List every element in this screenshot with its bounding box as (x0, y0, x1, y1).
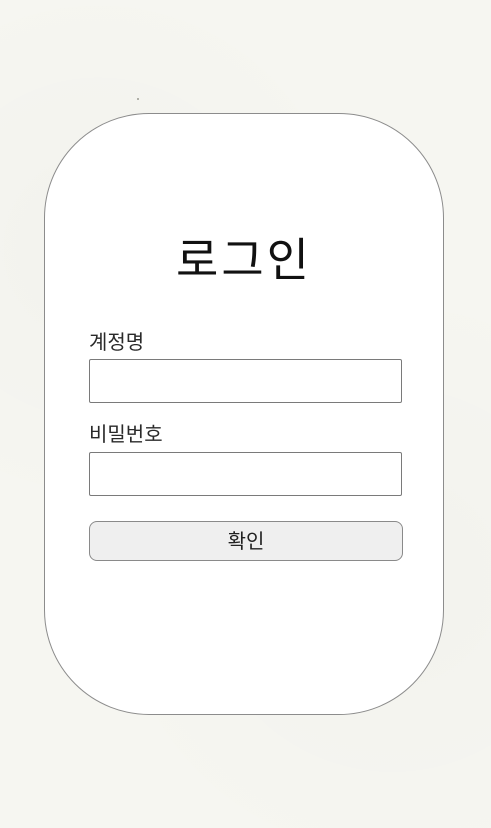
background-speck (137, 98, 139, 100)
page-title: 로그인 (176, 233, 312, 287)
account-input[interactable] (89, 359, 402, 403)
confirm-button[interactable]: 확인 (89, 521, 403, 561)
password-label: 비밀번호 (89, 422, 163, 446)
login-card: 로그인 계정명 비밀번호 확인 (44, 113, 444, 715)
account-label: 계정명 (89, 330, 145, 354)
password-input[interactable] (89, 452, 402, 496)
